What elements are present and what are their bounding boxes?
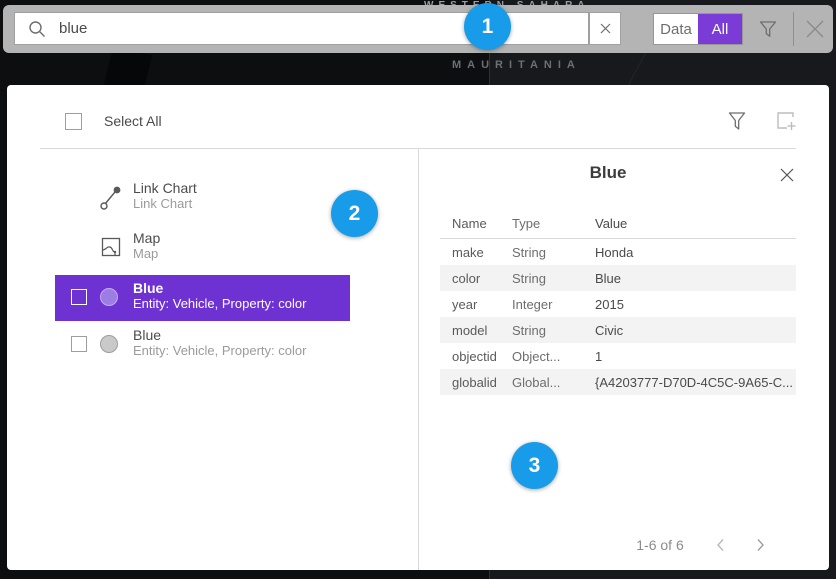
- map-label-mauritania: MAURITANIA: [452, 59, 581, 71]
- item-subtitle: Link Chart: [133, 196, 197, 212]
- cell-name: objectid: [440, 349, 512, 364]
- cell-value: Civic: [595, 323, 796, 338]
- cell-type: String: [512, 245, 595, 260]
- table-row[interactable]: year Integer 2015: [440, 291, 796, 317]
- item-checkbox[interactable]: [71, 336, 87, 352]
- entity-dot-icon: [100, 288, 118, 306]
- cell-value: 2015: [595, 297, 796, 312]
- list-details-divider: [418, 149, 419, 570]
- link-chart-icon: [99, 185, 123, 211]
- item-title: Blue: [133, 327, 306, 343]
- screenshot-root: WESTERN SAHARA MAURITANIA Data All: [0, 0, 836, 579]
- column-header-value: Value: [595, 216, 796, 231]
- previous-page-button[interactable]: [700, 533, 740, 557]
- filter-button[interactable]: [755, 12, 781, 46]
- panel-filter-button[interactable]: [724, 107, 750, 135]
- select-all-row: Select All: [65, 105, 162, 137]
- search-toolbar: Data All: [3, 5, 833, 53]
- map-icon: [101, 237, 121, 257]
- pagination: 1-6 of 6: [620, 533, 800, 557]
- cell-name: model: [440, 323, 512, 338]
- entity-dot-icon: [100, 335, 118, 353]
- callout-badge-1: 1: [464, 3, 511, 50]
- page-range-label: 1-6 of 6: [620, 537, 700, 553]
- list-item-blue[interactable]: Blue Entity: Vehicle, Property: color: [55, 322, 350, 368]
- callout-badge-3: 3: [511, 442, 558, 489]
- column-header-type: Type: [512, 216, 595, 231]
- toggle-all-button[interactable]: All: [698, 14, 742, 44]
- item-checkbox[interactable]: [71, 289, 87, 305]
- cell-value: 1: [595, 349, 796, 364]
- item-subtitle: Entity: Vehicle, Property: color: [133, 343, 306, 359]
- cell-value: Honda: [595, 245, 796, 260]
- table-row[interactable]: color String Blue: [440, 265, 796, 291]
- item-title: Link Chart: [133, 180, 197, 196]
- callout-badge-2: 2: [331, 190, 378, 237]
- add-square-icon: [774, 109, 798, 133]
- attributes-table-header: Name Type Value: [440, 208, 796, 239]
- toolbar-divider: [793, 12, 794, 46]
- add-to-new-button[interactable]: [772, 107, 800, 135]
- select-all-label: Select All: [104, 113, 162, 129]
- cell-type: Global...: [512, 375, 595, 390]
- cell-name: make: [440, 245, 512, 260]
- table-row[interactable]: objectid Object... 1: [440, 343, 796, 369]
- close-search-button[interactable]: [801, 15, 829, 43]
- item-title: Blue: [133, 280, 306, 296]
- toggle-data-button[interactable]: Data: [654, 14, 698, 44]
- filter-icon: [758, 19, 778, 39]
- details-close-button[interactable]: [776, 164, 798, 186]
- details-title: Blue: [440, 163, 776, 183]
- scope-toggle: Data All: [653, 13, 743, 45]
- cell-type: Object...: [512, 349, 595, 364]
- list-item-link-chart[interactable]: Link Chart Link Chart: [55, 176, 350, 220]
- item-subtitle: Entity: Vehicle, Property: color: [133, 296, 306, 312]
- select-all-checkbox[interactable]: [65, 113, 82, 130]
- table-row[interactable]: model String Civic: [440, 317, 796, 343]
- search-icon: [28, 20, 46, 38]
- chevron-left-icon: [716, 538, 725, 552]
- cell-type: Integer: [512, 297, 595, 312]
- item-title: Map: [133, 230, 160, 246]
- details-close-icon: [779, 167, 795, 183]
- cell-name: color: [440, 271, 512, 286]
- panel-filter-icon: [727, 110, 747, 132]
- cell-value: {A4203777-D70D-4C5C-9A65-C...: [595, 375, 796, 390]
- item-subtitle: Map: [133, 246, 160, 262]
- table-row[interactable]: globalid Global... {A4203777-D70D-4C5C-9…: [440, 369, 796, 395]
- clear-icon: [599, 22, 612, 35]
- cell-type: String: [512, 271, 595, 286]
- cell-name: year: [440, 297, 512, 312]
- next-page-button[interactable]: [740, 533, 780, 557]
- clear-search-button[interactable]: [589, 12, 621, 45]
- column-header-name: Name: [440, 216, 512, 231]
- list-item-blue-selected[interactable]: Blue Entity: Vehicle, Property: color: [55, 275, 350, 321]
- table-row[interactable]: make String Honda: [440, 239, 796, 265]
- cell-value: Blue: [595, 271, 796, 286]
- chevron-right-icon: [756, 538, 765, 552]
- list-item-map[interactable]: Map Map: [55, 226, 350, 270]
- cell-name: globalid: [440, 375, 512, 390]
- cell-type: String: [512, 323, 595, 338]
- close-icon: [804, 18, 826, 40]
- attributes-table: Name Type Value make String Honda color …: [440, 208, 796, 395]
